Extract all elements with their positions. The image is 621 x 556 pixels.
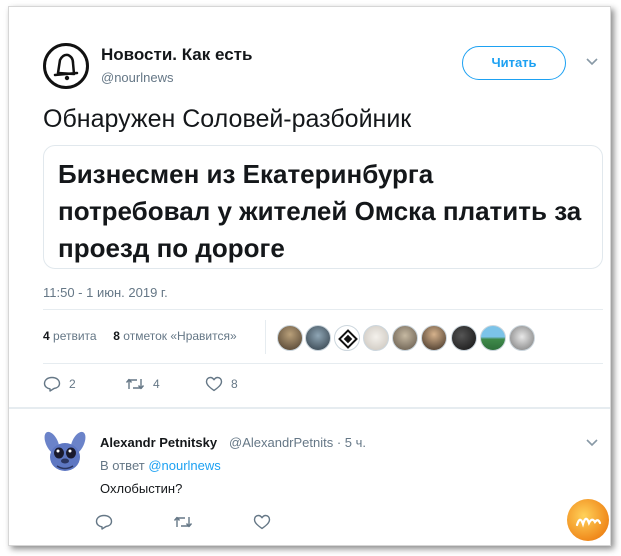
retweet-icon — [173, 516, 193, 528]
reply-prefix: В ответ — [100, 458, 145, 473]
heart-icon — [205, 376, 223, 392]
watermark-logo — [567, 499, 609, 541]
liker-avatar[interactable] — [421, 325, 447, 351]
heart-icon — [253, 514, 271, 530]
liker-avatar[interactable] — [277, 325, 303, 351]
reply-text: Охлобыстин? — [100, 481, 183, 496]
divider — [43, 309, 603, 310]
section-divider — [9, 407, 610, 409]
liker-avatar[interactable] — [509, 325, 535, 351]
follow-button[interactable]: Читать — [462, 46, 566, 80]
retweets-label: ретвита — [53, 329, 97, 343]
reply-count: 2 — [69, 377, 76, 391]
like-action[interactable]: 8 — [205, 376, 238, 392]
retweet-action[interactable]: 4 — [125, 376, 160, 392]
reply-author-name[interactable]: Alexandr Petnitsky — [100, 435, 217, 450]
retweet-icon — [125, 378, 145, 390]
likes-label: отметок «Нравится» — [123, 329, 237, 343]
author-avatar[interactable] — [43, 43, 89, 89]
liker-avatar[interactable] — [392, 325, 418, 351]
stats-separator — [265, 320, 266, 354]
liker-avatar[interactable] — [363, 325, 389, 351]
liker-avatar[interactable] — [305, 325, 331, 351]
tweet-text: Обнаружен Соловей-разбойник — [43, 105, 412, 133]
retweets-stat[interactable]: 4 ретвита — [43, 329, 97, 343]
tweet-timestamp[interactable]: 11:50 - 1 июн. 2019 г. — [43, 285, 168, 300]
likes-count: 8 — [113, 329, 120, 343]
retweet-count: 4 — [153, 377, 160, 391]
stitch-avatar-icon — [44, 431, 86, 471]
author-handle[interactable]: @nourlnews — [101, 70, 173, 85]
reply-icon — [43, 376, 61, 392]
diamond-logo-icon — [338, 329, 358, 349]
liker-avatar[interactable] — [480, 325, 506, 351]
chevron-down-icon[interactable] — [585, 438, 599, 448]
reply-like-action[interactable] — [253, 514, 271, 535]
tweet-screenshot-frame: Новости. Как есть @nourlnews Читать Обна… — [8, 6, 611, 546]
liker-avatar[interactable] — [451, 325, 477, 351]
reply-icon — [95, 514, 113, 530]
watermark-lettering-icon — [575, 517, 602, 528]
reply-reply-action[interactable] — [95, 514, 113, 535]
liker-avatar[interactable] — [334, 325, 360, 351]
reply-author-avatar[interactable] — [43, 429, 87, 477]
bell-icon — [53, 53, 79, 81]
reply-retweet-action[interactable] — [173, 514, 193, 535]
chevron-down-icon[interactable] — [585, 57, 599, 67]
reply-to-handle[interactable]: @nourlnews — [148, 458, 220, 473]
author-name[interactable]: Новости. Как есть — [101, 45, 252, 65]
card-title: Бизнесмен из Екатеринбурга потребовал у … — [58, 159, 582, 263]
likes-stat[interactable]: 8 отметок «Нравится» — [113, 329, 236, 343]
retweets-count: 4 — [43, 329, 50, 343]
engagement-stats: 4 ретвита 8 отметок «Нравится» — [43, 329, 237, 343]
reply-action[interactable]: 2 — [43, 376, 76, 392]
reply-context: В ответ @nourlnews — [100, 458, 221, 473]
link-card[interactable]: Бизнесмен из Екатеринбурга потребовал у … — [43, 145, 603, 269]
like-count: 8 — [231, 377, 238, 391]
divider — [43, 363, 603, 364]
reply-author-meta[interactable]: @AlexandrPetnits · 5 ч. — [229, 435, 366, 450]
